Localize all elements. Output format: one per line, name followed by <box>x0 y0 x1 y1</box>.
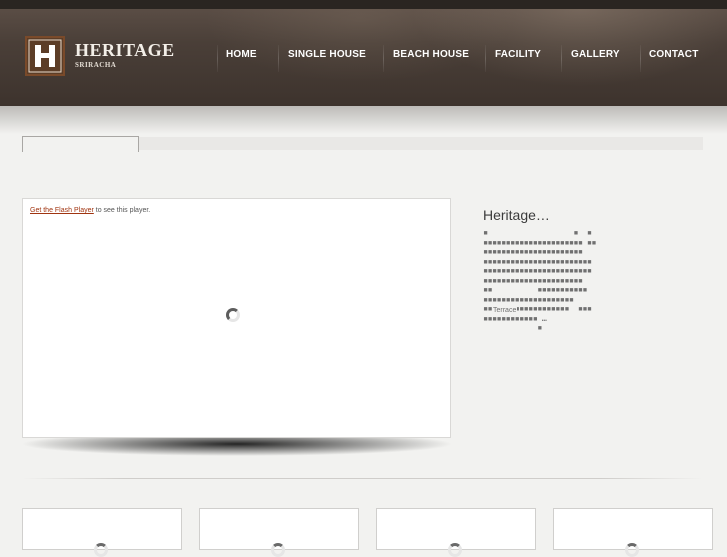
thumbnail-card[interactable] <box>22 508 182 557</box>
top-strip <box>0 0 727 9</box>
spinner-icon <box>226 308 240 322</box>
player-shadow <box>22 438 452 466</box>
nav-beach-house[interactable]: BEACH HOUSE <box>393 49 469 60</box>
brand-wordmark[interactable]: HERITAGE SRIRACHA <box>75 40 175 69</box>
nav-separator <box>383 45 384 72</box>
nav-facility[interactable]: FACILITY <box>495 49 541 60</box>
nav-single-house[interactable]: SINGLE HOUSE <box>288 49 366 60</box>
side-terrace-word: Terrace <box>492 307 518 314</box>
nav-gallery[interactable]: GALLERY <box>571 49 620 60</box>
site-header: HERITAGE SRIRACHA HOME SINGLE HOUSE BEAC… <box>0 9 727 106</box>
get-flash-link[interactable]: Get the Flash Player <box>30 207 94 214</box>
nav-separator <box>278 45 279 72</box>
side-title: Heritage… <box>483 207 550 223</box>
nav-home[interactable]: HOME <box>226 49 257 60</box>
thumbnail-card[interactable] <box>199 508 359 557</box>
spinner-icon <box>94 543 108 557</box>
spinner-icon <box>271 543 285 557</box>
section-divider <box>22 478 703 479</box>
brand-subtitle: SRIRACHA <box>75 61 117 69</box>
nav-separator <box>217 45 218 72</box>
nav-separator <box>640 45 641 72</box>
nav-separator <box>485 45 486 72</box>
side-body-text: ▪ ▪ ▪ ▪▪▪▪▪▪▪▪▪▪▪▪▪▪▪▪▪▪▪▪▪▪ ▪▪ ▪▪▪▪▪▪▪▪… <box>483 228 597 333</box>
brand-name: HERITAGE <box>75 40 175 60</box>
flash-message: Get the Flash Player to see this player. <box>30 207 150 214</box>
nav-contact[interactable]: CONTACT <box>649 49 699 60</box>
thumbnail-card[interactable] <box>376 508 536 557</box>
flash-player[interactable]: Get the Flash Player to see this player. <box>22 198 451 438</box>
h-monogram-logo-icon[interactable] <box>25 36 65 76</box>
flash-message-text: to see this player. <box>93 207 151 214</box>
header-shadow <box>0 106 727 134</box>
spinner-icon <box>448 543 462 557</box>
nav-separator <box>561 45 562 72</box>
spinner-icon <box>625 543 639 557</box>
tab-active[interactable] <box>22 136 139 152</box>
thumbnail-card[interactable] <box>553 508 713 557</box>
